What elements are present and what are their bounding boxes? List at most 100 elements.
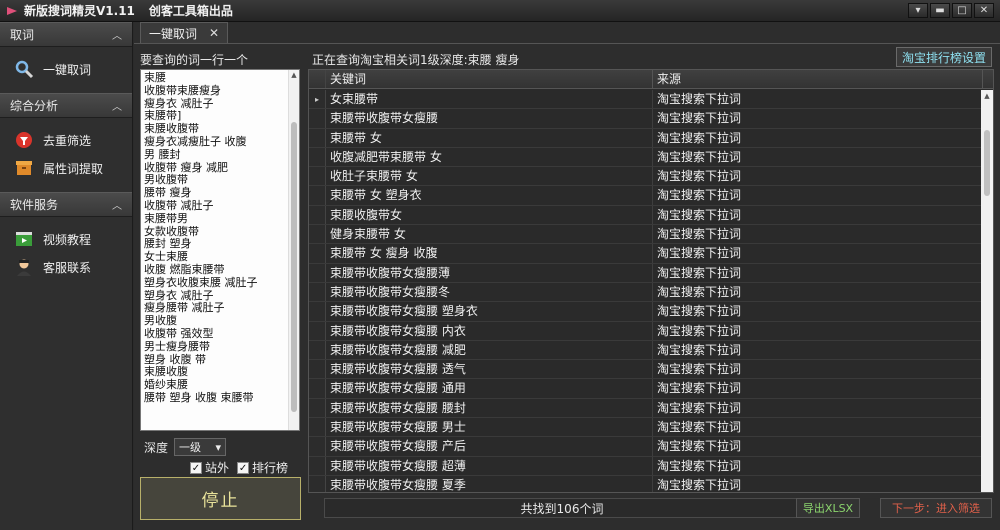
scroll-up-icon[interactable]: ▲ [289,70,299,81]
table-row[interactable]: 束腰收腹带女 淘宝搜索下拉词 [309,205,983,226]
cell-source[interactable]: 淘宝搜索下拉词 [653,418,983,437]
table-row[interactable]: 束腰带收腹带女瘦腰 超薄 淘宝搜索下拉词 [309,456,983,476]
table-row[interactable]: 束腰带收腹带女瘦腰 通用 淘宝搜索下拉词 [309,379,983,399]
cell-source[interactable]: 淘宝搜索下拉词 [653,398,983,418]
scroll-thumb[interactable] [291,122,297,412]
row-selector[interactable] [309,360,326,379]
cell-keyword[interactable]: 束腰带收腹带女瘦腰 产后 [326,437,653,456]
row-selector[interactable] [309,282,326,302]
cell-source[interactable]: 淘宝搜索下拉词 [653,205,983,225]
cell-keyword[interactable]: 束腰带 女 [326,128,653,147]
cell-source[interactable]: 淘宝搜索下拉词 [653,282,983,302]
cell-keyword[interactable]: 束腰带 女 瘦身 收腹 [326,244,653,263]
table-row[interactable]: 束腰带收腹带女瘦腰 减肥 淘宝搜索下拉词 [309,340,983,361]
scroll-up-icon[interactable]: ▲ [981,90,993,102]
row-selector[interactable] [309,302,326,321]
row-selector[interactable] [309,398,326,418]
row-selector[interactable] [309,147,326,167]
cell-source[interactable]: 淘宝搜索下拉词 [653,128,983,147]
sidebar-item-video-tutorial[interactable]: 视频教程 [0,225,132,253]
cell-keyword[interactable]: 束腰带收腹带女瘦腰 减肥 [326,340,653,360]
cell-keyword[interactable]: 束腰带收腹带女瘦腰 通用 [326,379,653,398]
cell-source[interactable]: 淘宝搜索下拉词 [653,147,983,167]
table-row[interactable]: 束腰带收腹带女瘦腰薄 淘宝搜索下拉词 [309,263,983,283]
cell-keyword[interactable]: 健身束腰带 女 [326,225,653,244]
row-selector[interactable] [309,340,326,360]
export-xlsx-button[interactable]: 导出XLSX [796,498,860,518]
cell-source[interactable]: 淘宝搜索下拉词 [653,109,983,128]
depth-select[interactable]: 一级 ▾ [174,438,227,456]
row-selector[interactable] [309,244,326,263]
row-selector[interactable] [309,437,326,456]
checkbox-box[interactable]: ✓ [190,461,202,474]
sidebar-item-one-click-fetch[interactable]: 一键取词 [0,55,132,83]
table-row[interactable]: 束腰带收腹带女瘦腰 产后 淘宝搜索下拉词 [309,437,983,457]
close-button[interactable]: ✕ [974,3,994,18]
checkbox-offsite[interactable]: ✓ 站外 [190,459,229,476]
cell-source[interactable]: 淘宝搜索下拉词 [653,263,983,282]
cell-keyword[interactable]: 束腰带收腹带女瘦腰 透气 [326,360,653,379]
cell-source[interactable]: 淘宝搜索下拉词 [653,475,983,492]
menu-button[interactable]: ▾ [908,3,928,18]
table-row[interactable]: 束腰带收腹带女瘦腰 腰封 淘宝搜索下拉词 [309,398,983,419]
table-row[interactable]: 束腰带 女 瘦身 收腹 淘宝搜索下拉词 [309,244,983,264]
sidebar-item-attribute-extract[interactable]: 属性词提取 [0,154,132,182]
sidebar-item-customer-service[interactable]: 客服联系 [0,253,132,281]
cell-source[interactable]: 淘宝搜索下拉词 [653,302,983,321]
nav-section-header-quci[interactable]: 取词 ︿ [0,22,132,47]
row-selector[interactable] [309,456,326,475]
table-row[interactable]: ▸ 女束腰带 淘宝搜索下拉词 [309,90,983,110]
row-selector[interactable] [309,475,326,492]
table-row[interactable]: 束腰带 女淘宝搜索下拉词 [309,128,983,148]
cell-source[interactable]: 淘宝搜索下拉词 [653,244,983,263]
cell-keyword[interactable]: 束腰带收腹带女瘦腰 男士 [326,418,653,437]
row-selector[interactable] [309,225,326,244]
next-step-button[interactable]: 下一步：进入筛选 [880,498,992,518]
minimize-button[interactable]: ▬ [930,3,950,18]
cell-keyword[interactable]: 束腰带收腹带女瘦腰薄 [326,263,653,282]
row-selector[interactable]: ▸ [309,90,326,109]
table-row[interactable]: 健身束腰带 女淘宝搜索下拉词 [309,225,983,245]
nav-section-header-service[interactable]: 软件服务 ︿ [0,192,132,217]
maximize-button[interactable]: □ [952,3,972,18]
row-selector[interactable] [309,167,326,186]
table-row[interactable]: 收腹减肥带束腰带 女淘宝搜索下拉词 [309,147,983,168]
table-row[interactable]: 束腰带 女 塑身衣 淘宝搜索下拉词 [309,186,983,206]
cell-source[interactable]: 淘宝搜索下拉词 [653,340,983,360]
cell-keyword[interactable]: 女束腰带 [326,90,653,109]
sidebar-item-dedupe-filter[interactable]: 去重筛选 [0,126,132,154]
cell-keyword[interactable]: 束腰带收腹带女瘦腰冬 [326,282,653,302]
cell-source[interactable]: 淘宝搜索下拉词 [653,90,983,109]
cell-source[interactable]: 淘宝搜索下拉词 [653,437,983,456]
row-selector[interactable] [309,128,326,147]
cell-keyword[interactable]: 束腰带收腹带女瘦腰 超薄 [326,456,653,475]
cell-keyword[interactable]: 束腰带收腹带女瘦腰 夏季 [326,475,653,492]
table-row[interactable]: 束腰带收腹带女瘦腰冬 淘宝搜索下拉词 [309,282,983,303]
row-selector[interactable] [309,186,326,205]
table-row[interactable]: 束腰带收腹带女瘦腰 淘宝搜索下拉词 [309,109,983,129]
cell-keyword[interactable]: 束腰带收腹带女瘦腰 内衣 [326,321,653,340]
checkbox-box[interactable]: ✓ [237,461,250,474]
table-row[interactable]: 束腰带收腹带女瘦腰 内衣 淘宝搜索下拉词 [309,321,983,341]
nav-section-header-analysis[interactable]: 综合分析 ︿ [0,93,132,118]
cell-source[interactable]: 淘宝搜索下拉词 [653,167,983,186]
keyword-scrollbar[interactable]: ▲ [288,70,299,430]
table-row[interactable]: 束腰带收腹带女瘦腰 男士 淘宝搜索下拉词 [309,418,983,438]
cell-keyword[interactable]: 束腰带收腹带女瘦腰 腰封 [326,398,653,418]
row-selector[interactable] [309,418,326,437]
cell-source[interactable]: 淘宝搜索下拉词 [653,225,983,244]
cell-keyword[interactable]: 束腰带收腹带女瘦腰 [326,109,653,128]
cell-source[interactable]: 淘宝搜索下拉词 [653,360,983,379]
cell-keyword[interactable]: 束腰收腹带女 [326,205,653,225]
table-scrollbar[interactable]: ▲ [981,90,993,492]
tab-one-click-fetch[interactable]: 一键取词 ✕ [140,22,229,43]
cell-source[interactable]: 淘宝搜索下拉词 [653,379,983,398]
table-row[interactable]: 收肚子束腰带 女淘宝搜索下拉词 [309,167,983,187]
cell-keyword[interactable]: 收腹减肥带束腰带 女 [326,147,653,167]
taobao-rank-settings-button[interactable]: 淘宝排行榜设置 [896,47,992,67]
cell-source[interactable]: 淘宝搜索下拉词 [653,456,983,475]
table-row[interactable]: 束腰带收腹带女瘦腰 透气 淘宝搜索下拉词 [309,360,983,380]
close-icon[interactable]: ✕ [209,26,219,40]
keyword-input[interactable]: 束腰 收腹带束腰瘦身 瘦身衣 减肚子 束腰带] 束腰收腹带 瘦身衣减瘦肚子 收腹男 腰封收… [140,69,300,431]
cell-keyword[interactable]: 束腰带收腹带女瘦腰 塑身衣 [326,302,653,321]
